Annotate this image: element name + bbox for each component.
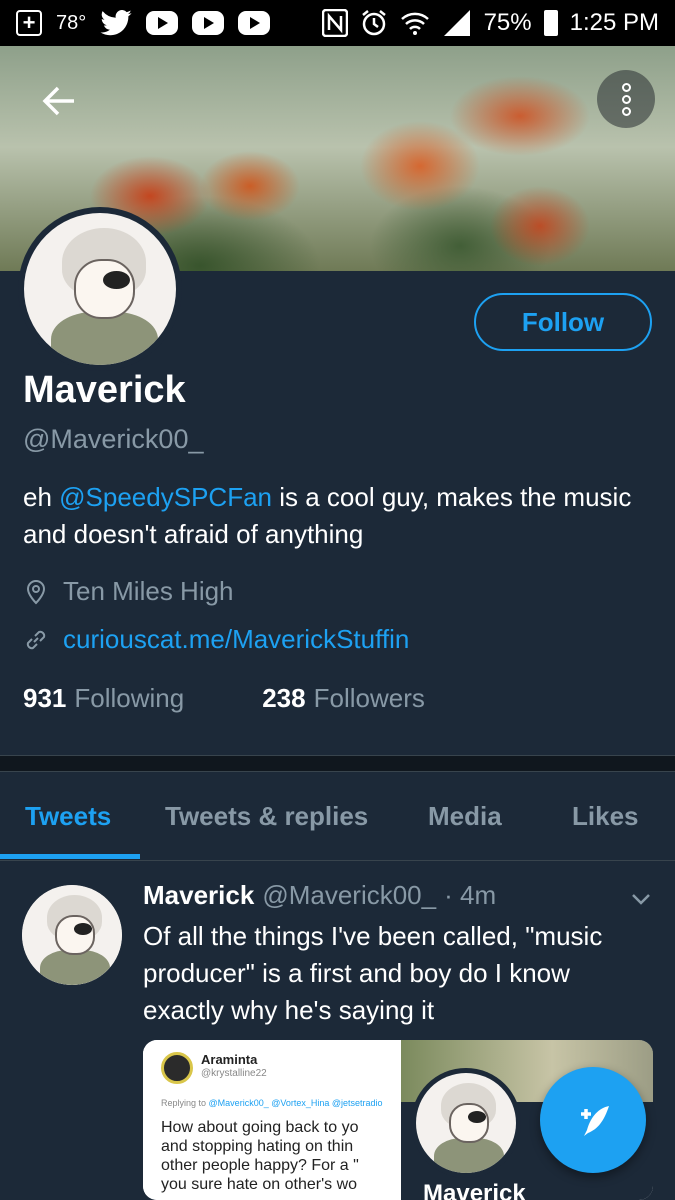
following-stat[interactable]: 931 Following bbox=[23, 683, 184, 714]
youtube-icon bbox=[238, 11, 271, 35]
followers-stat[interactable]: 238 Followers bbox=[262, 683, 425, 714]
temperature: 78° bbox=[56, 11, 87, 34]
following-count: 931 bbox=[23, 683, 67, 713]
wifi-icon bbox=[400, 12, 429, 35]
tweet-text: Of all the things I've been called, "mus… bbox=[143, 921, 603, 1025]
embedded-profile-name: Maverick bbox=[423, 1180, 526, 1200]
followers-label: Followers bbox=[313, 683, 425, 713]
tweet-time: · 4m bbox=[444, 880, 497, 910]
youtube-icon bbox=[146, 11, 179, 35]
tab-tweets[interactable]: Tweets bbox=[25, 801, 111, 832]
bio-text: eh bbox=[23, 482, 60, 512]
embedded-avatar bbox=[161, 1052, 193, 1084]
back-button[interactable] bbox=[40, 82, 80, 122]
battery-icon bbox=[543, 10, 558, 36]
status-bar: + 78° 75% 1:25 PM bbox=[0, 0, 675, 46]
profile-link[interactable]: curiouscat.me/MaverickStuffin bbox=[23, 624, 409, 655]
profile-location: Ten Miles High bbox=[23, 576, 234, 607]
embedded-tweet-screenshot: Araminta @krystalline22 Replying to @Mav… bbox=[143, 1040, 401, 1200]
more-icon-dot bbox=[621, 94, 631, 104]
more-icon bbox=[621, 82, 631, 92]
replying-prefix: Replying to bbox=[161, 1098, 207, 1108]
signal-icon bbox=[443, 10, 470, 36]
embedded-author-name: Araminta bbox=[201, 1052, 258, 1067]
add-notification-icon: + bbox=[16, 10, 42, 36]
nfc-icon bbox=[321, 9, 348, 37]
profile-handle: @Maverick00_ bbox=[23, 424, 204, 454]
avatar-image bbox=[22, 885, 122, 985]
profile-tabs: Tweets Tweets & replies Media Likes bbox=[0, 773, 675, 861]
twitter-bird-icon bbox=[100, 10, 132, 36]
section-divider bbox=[0, 755, 675, 772]
arrow-left-icon bbox=[42, 86, 74, 116]
avatar-image bbox=[24, 213, 176, 365]
embedded-body: How about going back to yo and stopping … bbox=[161, 1119, 359, 1193]
following-label: Following bbox=[74, 683, 185, 713]
profile-bio: eh @SpeedySPCFan is a cool guy, makes th… bbox=[23, 479, 643, 553]
chevron-down-icon bbox=[632, 894, 650, 905]
youtube-icon bbox=[192, 11, 225, 35]
embedded-replying-to: Replying to @Maverick00_ @Vortex_Hina @j… bbox=[161, 1098, 383, 1108]
link-icon bbox=[23, 627, 49, 653]
tweet-author-handle: @Maverick00_ bbox=[262, 880, 437, 910]
bio-mention-link[interactable]: @SpeedySPCFan bbox=[59, 482, 272, 512]
compose-tweet-button[interactable] bbox=[540, 1067, 646, 1173]
embedded-author-handle: @krystalline22 bbox=[201, 1068, 267, 1079]
replying-handles: @Maverick00_ @Vortex_Hina @jetsetradio bbox=[208, 1098, 383, 1108]
location-text: Ten Miles High bbox=[63, 576, 234, 606]
more-options-button[interactable] bbox=[597, 70, 655, 128]
location-pin-icon bbox=[23, 579, 49, 605]
battery-percent: 75% bbox=[483, 9, 532, 36]
link-text[interactable]: curiouscat.me/MaverickStuffin bbox=[63, 624, 409, 655]
tweet-header: Maverick @Maverick00_ · 4m bbox=[143, 880, 496, 911]
tab-media[interactable]: Media bbox=[428, 801, 502, 832]
clock: 1:25 PM bbox=[569, 9, 659, 36]
followers-count: 238 bbox=[262, 683, 306, 713]
tweet-avatar[interactable] bbox=[22, 885, 122, 985]
tweet-menu-button[interactable] bbox=[630, 888, 652, 910]
avatar-image bbox=[416, 1073, 516, 1173]
tweet-author-name[interactable]: Maverick bbox=[143, 880, 254, 911]
alarm-icon bbox=[361, 10, 386, 36]
profile-avatar[interactable] bbox=[18, 207, 182, 371]
profile-stats: 931 Following 238 Followers bbox=[23, 683, 425, 714]
embedded-profile-avatar bbox=[411, 1068, 521, 1178]
follow-button[interactable]: Follow bbox=[474, 293, 652, 351]
active-tab-indicator bbox=[0, 854, 140, 859]
compose-feather-icon bbox=[581, 1106, 609, 1136]
tab-likes[interactable]: Likes bbox=[572, 801, 639, 832]
more-icon-dot bbox=[621, 106, 631, 116]
profile-name: Maverick bbox=[23, 369, 186, 411]
tab-tweets-replies[interactable]: Tweets & replies bbox=[165, 801, 368, 832]
